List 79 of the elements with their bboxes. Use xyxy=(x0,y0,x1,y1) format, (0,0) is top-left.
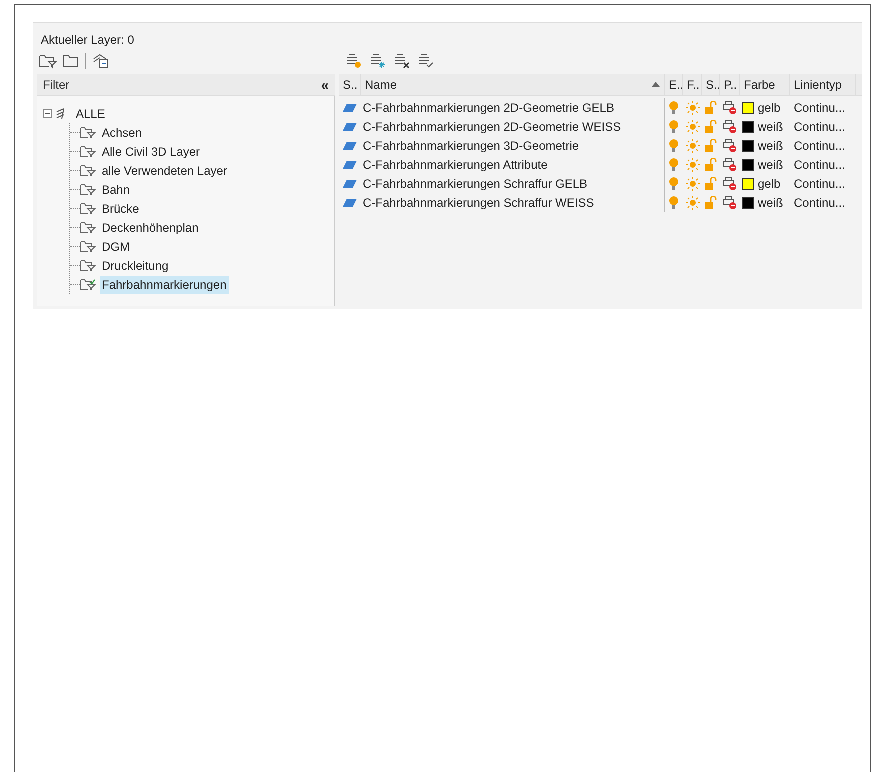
printer-icon[interactable] xyxy=(723,120,737,134)
lightbulb-icon[interactable] xyxy=(669,158,679,172)
layer-name[interactable]: C-Fahrbahnmarkierungen 3D-Geometrie xyxy=(363,136,580,154)
filter-header: Filter xyxy=(43,76,70,94)
tree-item[interactable]: Brücke xyxy=(100,200,142,218)
layer-icon xyxy=(343,122,357,130)
column-header[interactable]: F.. xyxy=(683,74,702,95)
column-header[interactable]: Linientyp xyxy=(790,74,856,95)
printer-icon[interactable] xyxy=(723,138,737,152)
layer-icon xyxy=(343,180,357,188)
printer-icon[interactable] xyxy=(723,100,737,114)
color-name: weiß xyxy=(758,138,784,154)
column-header[interactable]: S.. xyxy=(339,74,361,95)
filter-icon xyxy=(80,202,96,215)
printer-icon[interactable] xyxy=(723,196,737,210)
column-header[interactable]: Farbe xyxy=(740,74,790,95)
layer-icon xyxy=(343,160,357,168)
filter-icon xyxy=(80,145,96,158)
printer-icon[interactable] xyxy=(723,176,737,190)
linetype-cell[interactable]: Continu... xyxy=(794,136,846,154)
collapse-toggle-icon[interactable] xyxy=(43,109,52,118)
tree-item[interactable]: Bahn xyxy=(100,180,132,198)
color-name: weiß xyxy=(758,118,784,136)
layer-name[interactable]: C-Fahrbahnmarkierungen Attribute xyxy=(363,156,548,174)
color-swatch[interactable] xyxy=(742,102,754,114)
filter-icon xyxy=(80,126,96,139)
color-swatch[interactable] xyxy=(742,158,754,170)
tree-item[interactable]: alle Verwendeten Layer xyxy=(100,162,230,180)
filter-check-icon xyxy=(80,278,96,291)
new-frozen-layer-icon[interactable] xyxy=(369,53,387,69)
color-swatch[interactable] xyxy=(742,140,754,152)
column-header[interactable]: Name xyxy=(361,74,665,95)
lightbulb-icon[interactable] xyxy=(669,138,679,152)
layer-name[interactable]: C-Fahrbahnmarkierungen 2D-Geometrie WEISS xyxy=(363,118,622,136)
column-header[interactable]: P.. xyxy=(720,74,740,95)
printer-icon[interactable] xyxy=(723,158,737,172)
tree-item[interactable]: Alle Civil 3D Layer xyxy=(100,142,202,160)
color-swatch[interactable] xyxy=(742,196,754,208)
layer-name[interactable]: C-Fahrbahnmarkierungen 2D-Geometrie GELB xyxy=(363,98,614,116)
layer-icon xyxy=(343,198,357,206)
layer-icon xyxy=(343,142,357,150)
layer-icon xyxy=(343,104,357,112)
current-layer-label: Aktueller Layer: 0 xyxy=(41,32,134,49)
tree-item[interactable]: Druckleitung xyxy=(100,256,171,274)
lightbulb-icon[interactable] xyxy=(669,176,679,190)
layer-name[interactable]: C-Fahrbahnmarkierungen Schraffur WEISS xyxy=(363,194,594,212)
sort-arrow-icon xyxy=(652,82,660,87)
color-swatch[interactable] xyxy=(742,120,754,132)
lightbulb-icon[interactable] xyxy=(669,120,679,134)
filter-icon xyxy=(80,164,96,177)
lightbulb-icon[interactable] xyxy=(669,100,679,114)
new-layer-icon[interactable] xyxy=(345,53,363,69)
set-current-icon[interactable] xyxy=(417,53,435,69)
layer-name[interactable]: C-Fahrbahnmarkierungen Schraffur GELB xyxy=(363,174,588,192)
layer-states-icon[interactable] xyxy=(92,53,110,69)
delete-layer-icon[interactable] xyxy=(393,53,411,69)
filter-folder-icon[interactable] xyxy=(39,54,57,68)
linetype-cell[interactable]: Continu... xyxy=(794,174,846,192)
linetype-cell[interactable]: Continu... xyxy=(794,98,846,116)
color-name: gelb xyxy=(758,176,781,192)
filter-icon xyxy=(80,221,96,234)
filter-icon xyxy=(80,240,96,253)
linetype-cell[interactable]: Continu... xyxy=(794,156,846,174)
lightbulb-icon[interactable] xyxy=(669,196,679,210)
tree-item[interactable]: Fahrbahnmarkierungen xyxy=(100,276,229,294)
filter-icon xyxy=(80,183,96,196)
color-name: weiß xyxy=(758,156,784,174)
linetype-cell[interactable]: Continu... xyxy=(794,194,846,212)
collapse-button[interactable]: « xyxy=(321,78,329,92)
linetype-cell[interactable]: Continu... xyxy=(794,118,846,136)
tree-item[interactable]: ALLE xyxy=(75,104,106,122)
color-name: weiß xyxy=(758,194,784,212)
color-name: gelb xyxy=(758,100,781,116)
filter-icon xyxy=(80,259,96,272)
folder-icon[interactable] xyxy=(63,54,79,68)
color-swatch[interactable] xyxy=(742,178,754,190)
tree-item[interactable]: Deckenhöhenplan xyxy=(100,218,201,236)
tree-item[interactable]: DGM xyxy=(100,238,132,256)
tree-item[interactable]: Achsen xyxy=(100,124,144,142)
